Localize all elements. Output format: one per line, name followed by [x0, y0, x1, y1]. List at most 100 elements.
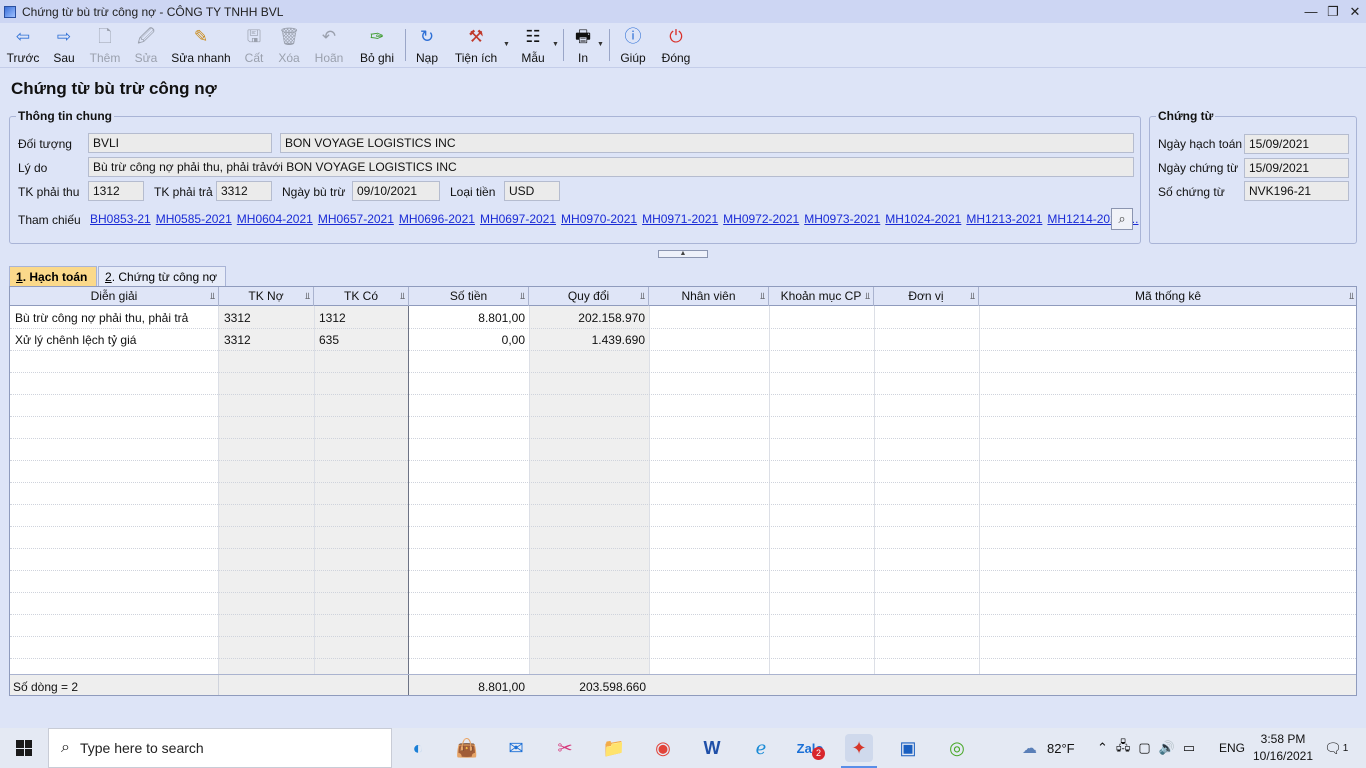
- pin-icon[interactable]: ⫫: [400, 287, 405, 306]
- add-button[interactable]: 🗋 Thêm: [88, 25, 122, 67]
- utilities-button[interactable]: ⚒ Tiện ích: [452, 25, 500, 67]
- zoom-references-button[interactable]: ⌕: [1111, 208, 1133, 230]
- template-button[interactable]: ☷ Mẫu: [518, 25, 548, 67]
- file-explorer-icon[interactable]: 📁: [600, 734, 628, 762]
- pin-icon[interactable]: ⫫: [760, 287, 765, 306]
- tk-phai-tra-field[interactable]: 3312: [216, 181, 272, 201]
- column-header-quy-doi[interactable]: Quy đổi ⫫: [529, 287, 649, 306]
- restore-button[interactable]: ❐: [1322, 0, 1344, 23]
- pin-icon[interactable]: ⫫: [520, 287, 525, 306]
- network-icon[interactable]: 🖧: [1116, 737, 1131, 759]
- cell-tk-co[interactable]: 635: [319, 333, 339, 347]
- cell-tk-co[interactable]: 1312: [319, 311, 346, 325]
- column-header-khoan-muc-cp[interactable]: Khoản mục CP ⫫: [769, 287, 874, 306]
- reference-link[interactable]: MH1213-2021: [966, 212, 1042, 226]
- column-header-ma-thong-ke[interactable]: Mã thống kê ⫫: [979, 287, 1356, 306]
- column-header-tk-no[interactable]: TK Nợ ⫫: [219, 287, 314, 306]
- loai-tien-field[interactable]: USD: [504, 181, 560, 201]
- ly-do-field[interactable]: Bù trừ công nợ phải thu, phải trảvới BON…: [88, 157, 1134, 177]
- delete-button[interactable]: 🗑 Xóa: [275, 25, 303, 67]
- reference-link[interactable]: MH1024-2021: [885, 212, 961, 226]
- reference-link[interactable]: MH0697-2021: [480, 212, 556, 226]
- cell-tk-no[interactable]: 3312: [224, 311, 251, 325]
- taskbar-clock[interactable]: 3:58 PM 10/16/2021: [1250, 731, 1316, 765]
- mail-icon[interactable]: ✉: [502, 734, 530, 762]
- pin-icon[interactable]: ⫫: [210, 287, 215, 306]
- reference-link[interactable]: MH0971-2021: [642, 212, 718, 226]
- internet-explorer-icon[interactable]: ℯ: [747, 734, 775, 762]
- pin-icon[interactable]: ⫫: [1349, 287, 1354, 306]
- notification-center[interactable]: 🗨 1: [1324, 728, 1348, 768]
- snipping-tool-icon[interactable]: ✂: [551, 734, 579, 762]
- green-app-icon[interactable]: ◎: [943, 734, 971, 762]
- reference-link[interactable]: MH0585-2021: [156, 212, 232, 226]
- unpost-button[interactable]: ✑ Bỏ ghi: [356, 25, 398, 67]
- column-header-don-vi[interactable]: Đơn vị ⫫: [874, 287, 979, 306]
- display-icon[interactable]: ▭: [1183, 740, 1195, 756]
- teamviewer-icon[interactable]: ▣: [894, 734, 922, 762]
- collapse-panel-handle[interactable]: ▲: [658, 250, 708, 258]
- tk-phai-thu-field[interactable]: 1312: [88, 181, 144, 201]
- column-header-dien-giai[interactable]: Diễn giải ⫫: [10, 287, 219, 306]
- edit-button[interactable]: 🖉 Sửa: [132, 25, 160, 67]
- store-icon[interactable]: 👜: [453, 734, 481, 762]
- save-button[interactable]: 🖫 Cất: [240, 25, 268, 67]
- tab-hach-toan[interactable]: 1. Hạch toán: [9, 266, 97, 287]
- chevron-down-icon[interactable]: ▼: [597, 41, 604, 48]
- cell-so-tien[interactable]: 0,00: [409, 333, 525, 347]
- weather-widget[interactable]: ☁ 82°F: [1022, 728, 1075, 768]
- close-window-button[interactable]: ✕: [1344, 0, 1366, 23]
- quick-edit-button[interactable]: ✎ Sửa nhanh: [170, 25, 232, 67]
- so-chung-tu-field[interactable]: NVK196-21: [1244, 181, 1349, 201]
- help-button[interactable]: ⓘ Giúp: [618, 25, 648, 67]
- pin-icon[interactable]: ⫫: [305, 287, 310, 306]
- reference-link[interactable]: MH0970-2021: [561, 212, 637, 226]
- start-button[interactable]: [0, 728, 48, 768]
- tab-chung-tu-cong-no[interactable]: 2. Chứng từ công nợ: [98, 266, 226, 287]
- cell-dien-giai[interactable]: Xử lý chênh lệch tỷ giá: [15, 333, 136, 347]
- chevron-down-icon[interactable]: ▼: [503, 41, 510, 48]
- doi-tuong-name-field[interactable]: BON VOYAGE LOGISTICS INC: [280, 133, 1134, 153]
- ngay-chung-tu-field[interactable]: 15/09/2021: [1244, 158, 1349, 178]
- reference-link[interactable]: MH0657-2021: [318, 212, 394, 226]
- reload-button[interactable]: ↻ Nạp: [412, 25, 442, 67]
- cell-so-tien[interactable]: 8.801,00: [409, 311, 525, 325]
- device-icon[interactable]: ▢: [1138, 740, 1150, 756]
- column-divider: [218, 306, 219, 674]
- print-button[interactable]: 🖶 In: [570, 25, 596, 67]
- close-button[interactable]: ⏻ Đóng: [658, 25, 694, 67]
- column-header-tk-co[interactable]: TK Có ⫫: [314, 287, 409, 306]
- undo-button[interactable]: ↶ Hoãn: [313, 25, 345, 67]
- doi-tuong-code-field[interactable]: BVLI: [88, 133, 272, 153]
- delete-icon: 🗑: [278, 26, 300, 46]
- pin-icon[interactable]: ⫫: [640, 287, 645, 306]
- volume-icon[interactable]: 🔊: [1159, 740, 1175, 756]
- temperature: 82°F: [1047, 740, 1075, 756]
- pin-icon[interactable]: ⫫: [865, 287, 870, 306]
- reference-link[interactable]: BH0853-21: [90, 212, 151, 226]
- language-indicator[interactable]: ENG: [1219, 728, 1245, 768]
- chevron-up-icon[interactable]: ⌃: [1097, 740, 1108, 756]
- ngay-hach-toan-field[interactable]: 15/09/2021: [1244, 134, 1349, 154]
- word-icon[interactable]: W: [698, 734, 726, 762]
- next-button[interactable]: ⇨ Sau: [48, 25, 80, 67]
- pin-icon[interactable]: ⫫: [970, 287, 975, 306]
- cell-dien-giai[interactable]: Bù trừ công nợ phải thu, phải trả: [15, 311, 188, 325]
- previous-button[interactable]: ⇦ Trước: [6, 25, 40, 67]
- chevron-down-icon[interactable]: ▼: [552, 41, 559, 48]
- cell-quy-doi[interactable]: 202.158.970: [529, 311, 645, 325]
- column-header-nhan-vien[interactable]: Nhân viên ⫫: [649, 287, 769, 306]
- minimize-button[interactable]: —: [1300, 0, 1322, 23]
- column-header-so-tien[interactable]: Số tiền ⫫: [409, 287, 529, 306]
- misa-app-icon[interactable]: ✦: [845, 734, 873, 762]
- reference-link[interactable]: MH0604-2021: [237, 212, 313, 226]
- reference-link[interactable]: MH0973-2021: [804, 212, 880, 226]
- cell-tk-no[interactable]: 3312: [224, 333, 251, 347]
- chrome-icon[interactable]: ◉: [649, 734, 677, 762]
- reference-link[interactable]: MH0972-2021: [723, 212, 799, 226]
- edge-icon[interactable]: ◐: [404, 734, 432, 762]
- reference-link[interactable]: MH0696-2021: [399, 212, 475, 226]
- taskbar-search[interactable]: ⌕ Type here to search: [48, 728, 392, 768]
- cell-quy-doi[interactable]: 1.439.690: [529, 333, 645, 347]
- ngay-bu-tru-field[interactable]: 09/10/2021: [352, 181, 440, 201]
